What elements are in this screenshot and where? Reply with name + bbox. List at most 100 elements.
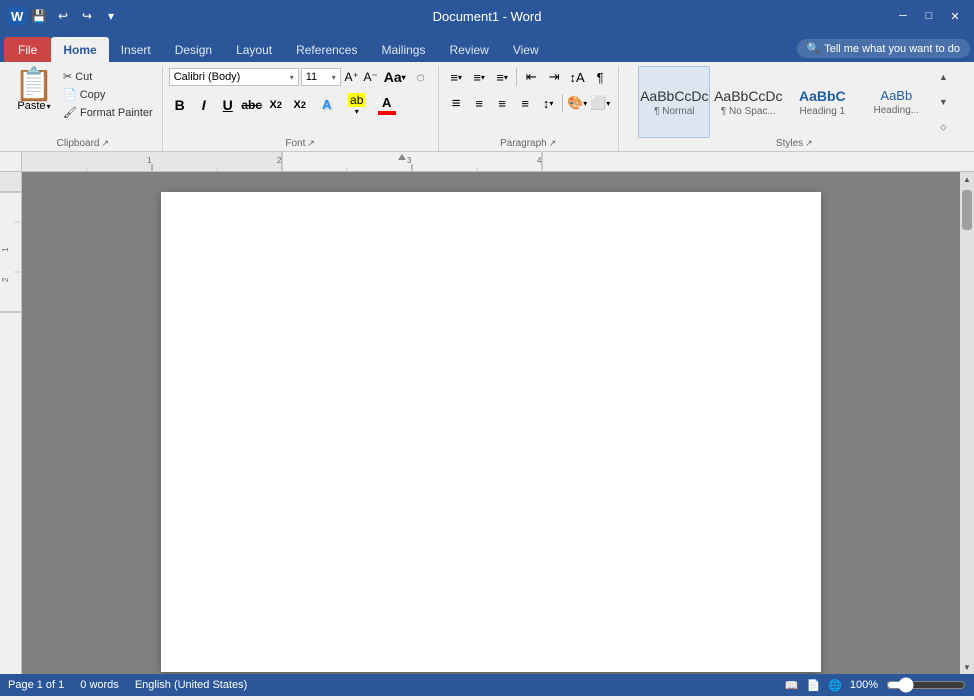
read-mode-button[interactable]: 📖	[785, 679, 799, 692]
sort-button[interactable]: ↕A	[566, 66, 588, 88]
tab-design[interactable]: Design	[163, 37, 224, 62]
quick-access-toolbar: W 💾 ↩ ↪ ▾	[8, 5, 122, 27]
tell-me-bar[interactable]: 🔍 Tell me what you want to do	[797, 39, 970, 58]
increase-font-button[interactable]: A⁺	[343, 67, 361, 87]
font-expand-icon[interactable]: ↗	[307, 138, 315, 149]
vertical-ruler: 1 2	[0, 172, 22, 674]
window-title: Document1 - Word	[433, 9, 542, 24]
style-heading1[interactable]: AaBbC Heading 1	[786, 66, 858, 138]
document-page-area[interactable]	[22, 172, 960, 674]
redo-button[interactable]: ↪	[76, 5, 98, 27]
horizontal-ruler: 1 2 3 4	[22, 152, 974, 172]
style-normal-preview: AaBbCcDc	[640, 88, 708, 104]
format-painter-button[interactable]: 🖌 Format Painter	[60, 104, 156, 121]
justify-button[interactable]: ≡	[514, 92, 536, 114]
align-left-button[interactable]: ≡	[445, 92, 467, 114]
paragraph-group: ≡▾ ≡▾ ≡▾ ⇤ ⇥ ↕A ¶ ≡ ≡ ≡ ≡ ↕▾ 🎨▾ ⬜▾	[439, 66, 619, 151]
tab-insert[interactable]: Insert	[109, 37, 163, 62]
copy-button[interactable]: 📄 Copy	[60, 86, 156, 103]
show-formatting-button[interactable]: ¶	[589, 66, 611, 88]
paragraph-label: Paragraph ↗	[445, 138, 612, 151]
tab-review[interactable]: Review	[437, 37, 500, 62]
tab-view[interactable]: View	[501, 37, 551, 62]
bullets-button[interactable]: ≡▾	[445, 66, 467, 88]
style-no-spacing[interactable]: AaBbCcDc ¶ No Spac...	[712, 66, 784, 138]
font-size-buttons: A⁺ A⁻	[343, 67, 380, 87]
print-layout-button[interactable]: 📄	[806, 679, 820, 692]
word-icon: W	[8, 7, 26, 25]
styles-more-button[interactable]: ⬦	[936, 116, 950, 138]
paragraph-expand-icon[interactable]: ↗	[549, 138, 557, 149]
bold-button[interactable]: B	[169, 94, 191, 116]
styles-scroll-down[interactable]: ▼	[936, 91, 950, 113]
font-name-value: Calibri (Body)	[174, 71, 241, 83]
style-normal[interactable]: AaBbCcDc ¶ Normal	[638, 66, 710, 138]
svg-text:1: 1	[1, 247, 10, 252]
change-case-button[interactable]: Aa▾	[382, 67, 408, 87]
close-button[interactable]: ✕	[944, 5, 966, 27]
strikethrough-button[interactable]: abc	[241, 94, 263, 116]
web-layout-button[interactable]: 🌐	[828, 679, 842, 692]
font-color-button[interactable]: A	[373, 94, 401, 116]
style-h2-preview: AaBb	[880, 88, 912, 103]
tab-references[interactable]: References	[284, 37, 369, 62]
format-painter-icon: 🖌	[63, 106, 77, 119]
save-button[interactable]: 💾	[28, 5, 50, 27]
styles-expand-icon[interactable]: ↗	[805, 138, 813, 149]
tab-mailings[interactable]: Mailings	[369, 37, 437, 62]
paste-icon: 📋	[14, 68, 54, 100]
italic-button[interactable]: I	[193, 94, 215, 116]
font-label: Font ↗	[169, 138, 432, 151]
multilevel-list-button[interactable]: ≡▾	[491, 66, 513, 88]
scroll-up-button[interactable]: ▲	[960, 172, 974, 186]
para-row-1: ≡▾ ≡▾ ≡▾ ⇤ ⇥ ↕A ¶	[445, 66, 611, 88]
clear-formatting-button[interactable]: ◌	[410, 66, 432, 88]
clipboard-content: 📋 Paste ▾ ✂ Cut 📄 Copy 🖌 Format Painter	[10, 66, 156, 138]
style-h2-name: Heading...	[874, 105, 920, 116]
undo-button[interactable]: ↩	[52, 5, 74, 27]
text-effects-button[interactable]: A	[313, 96, 341, 113]
numbering-button[interactable]: ≡▾	[468, 66, 490, 88]
increase-indent-button[interactable]: ⇥	[543, 66, 565, 88]
clipboard-group: 📋 Paste ▾ ✂ Cut 📄 Copy 🖌 Format Painter	[4, 66, 163, 151]
decrease-indent-button[interactable]: ⇤	[520, 66, 542, 88]
document-scroll-area: 1 2 ▲ ▼	[0, 172, 974, 674]
decrease-font-button[interactable]: A⁻	[362, 67, 380, 87]
align-right-button[interactable]: ≡	[491, 92, 513, 114]
tab-home[interactable]: Home	[51, 37, 108, 62]
font-size-selector[interactable]: 11 ▾	[301, 68, 341, 86]
style-h1-name: Heading 1	[800, 106, 846, 117]
superscript-button[interactable]: X2	[289, 94, 311, 116]
styles-row: AaBbCcDc ¶ Normal AaBbCcDc ¶ No Spac... …	[638, 66, 932, 138]
underline-button[interactable]: U	[217, 94, 239, 116]
document-page[interactable]	[161, 192, 821, 672]
tab-file[interactable]: File	[4, 37, 51, 62]
highlight-button[interactable]: ab ▾	[343, 92, 371, 117]
svg-text:2: 2	[1, 277, 10, 282]
paste-dropdown-icon: ▾	[47, 102, 51, 111]
scroll-thumb[interactable]	[962, 190, 972, 230]
styles-scroll-up[interactable]: ▲	[936, 66, 950, 88]
subscript-button[interactable]: X2	[265, 94, 287, 116]
zoom-slider[interactable]	[886, 677, 966, 693]
tab-layout[interactable]: Layout	[224, 37, 284, 62]
shading-button[interactable]: 🎨▾	[566, 92, 588, 114]
clipboard-label: Clipboard ↗	[10, 138, 156, 151]
paste-button[interactable]: 📋 Paste ▾	[10, 66, 58, 114]
format-painter-label: Format Painter	[80, 107, 153, 119]
minimize-button[interactable]: ─	[892, 5, 914, 27]
qat-customize-button[interactable]: ▾	[100, 5, 122, 27]
line-spacing-button[interactable]: ↕▾	[537, 92, 559, 114]
cut-label: Cut	[75, 71, 92, 83]
cut-button[interactable]: ✂ Cut	[60, 68, 156, 85]
style-heading2[interactable]: AaBb Heading...	[860, 66, 932, 138]
borders-button[interactable]: ⬜▾	[589, 92, 611, 114]
ribbon-tab-bar: File Home Insert Design Layout Reference…	[0, 32, 974, 62]
clipboard-expand-icon[interactable]: ↗	[101, 138, 109, 149]
align-center-button[interactable]: ≡	[468, 92, 490, 114]
page-info: Page 1 of 1	[8, 679, 64, 691]
font-name-selector[interactable]: Calibri (Body) ▾	[169, 68, 299, 86]
scroll-down-button[interactable]: ▼	[960, 660, 974, 674]
restore-button[interactable]: □	[918, 5, 940, 27]
vertical-scrollbar[interactable]: ▲ ▼	[960, 172, 974, 674]
